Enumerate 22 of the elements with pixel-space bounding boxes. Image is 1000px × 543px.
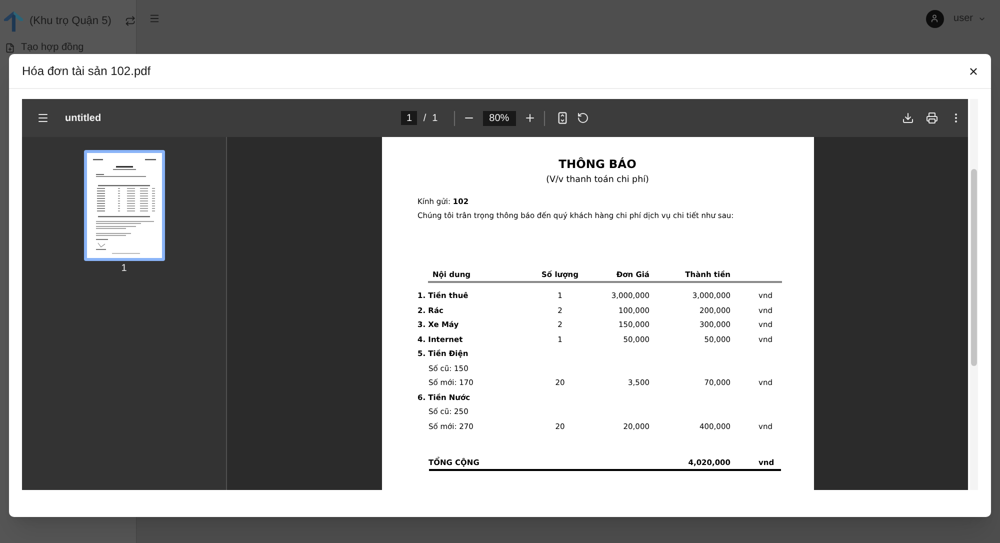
document-subtitle: (V/v thanh toán chi phí) <box>546 175 649 185</box>
workspace-name[interactable]: (Khu trọ Quận 5) <box>29 12 112 30</box>
switch-icon[interactable] <box>125 15 136 27</box>
zoom-field[interactable]: 80% <box>482 110 516 126</box>
download-icon[interactable] <box>902 112 914 124</box>
logo-icon <box>4 9 24 33</box>
print-icon[interactable] <box>926 112 938 124</box>
sidebar-item[interactable]: Tạo hợp đồng <box>21 42 84 53</box>
document-title: THÔNG BÁO <box>558 157 636 171</box>
fit-page-icon[interactable] <box>558 112 567 124</box>
dialog-title: Hóa đơn tài sản 102.pdf <box>22 63 151 80</box>
thumbnail-page-number: 1 <box>121 263 127 275</box>
file-name: untitled <box>65 112 102 126</box>
page-number-field[interactable]: 1 <box>401 111 418 125</box>
file-plus-icon <box>5 42 15 52</box>
zoom-in-icon[interactable] <box>524 112 536 124</box>
page-count: 1 <box>432 112 438 126</box>
avatar-icon[interactable] <box>926 10 944 28</box>
rotate-icon[interactable] <box>576 112 589 124</box>
scrollbar-thumb[interactable] <box>971 169 977 366</box>
page-separator: / <box>423 112 426 126</box>
menu-icon[interactable] <box>37 112 49 124</box>
